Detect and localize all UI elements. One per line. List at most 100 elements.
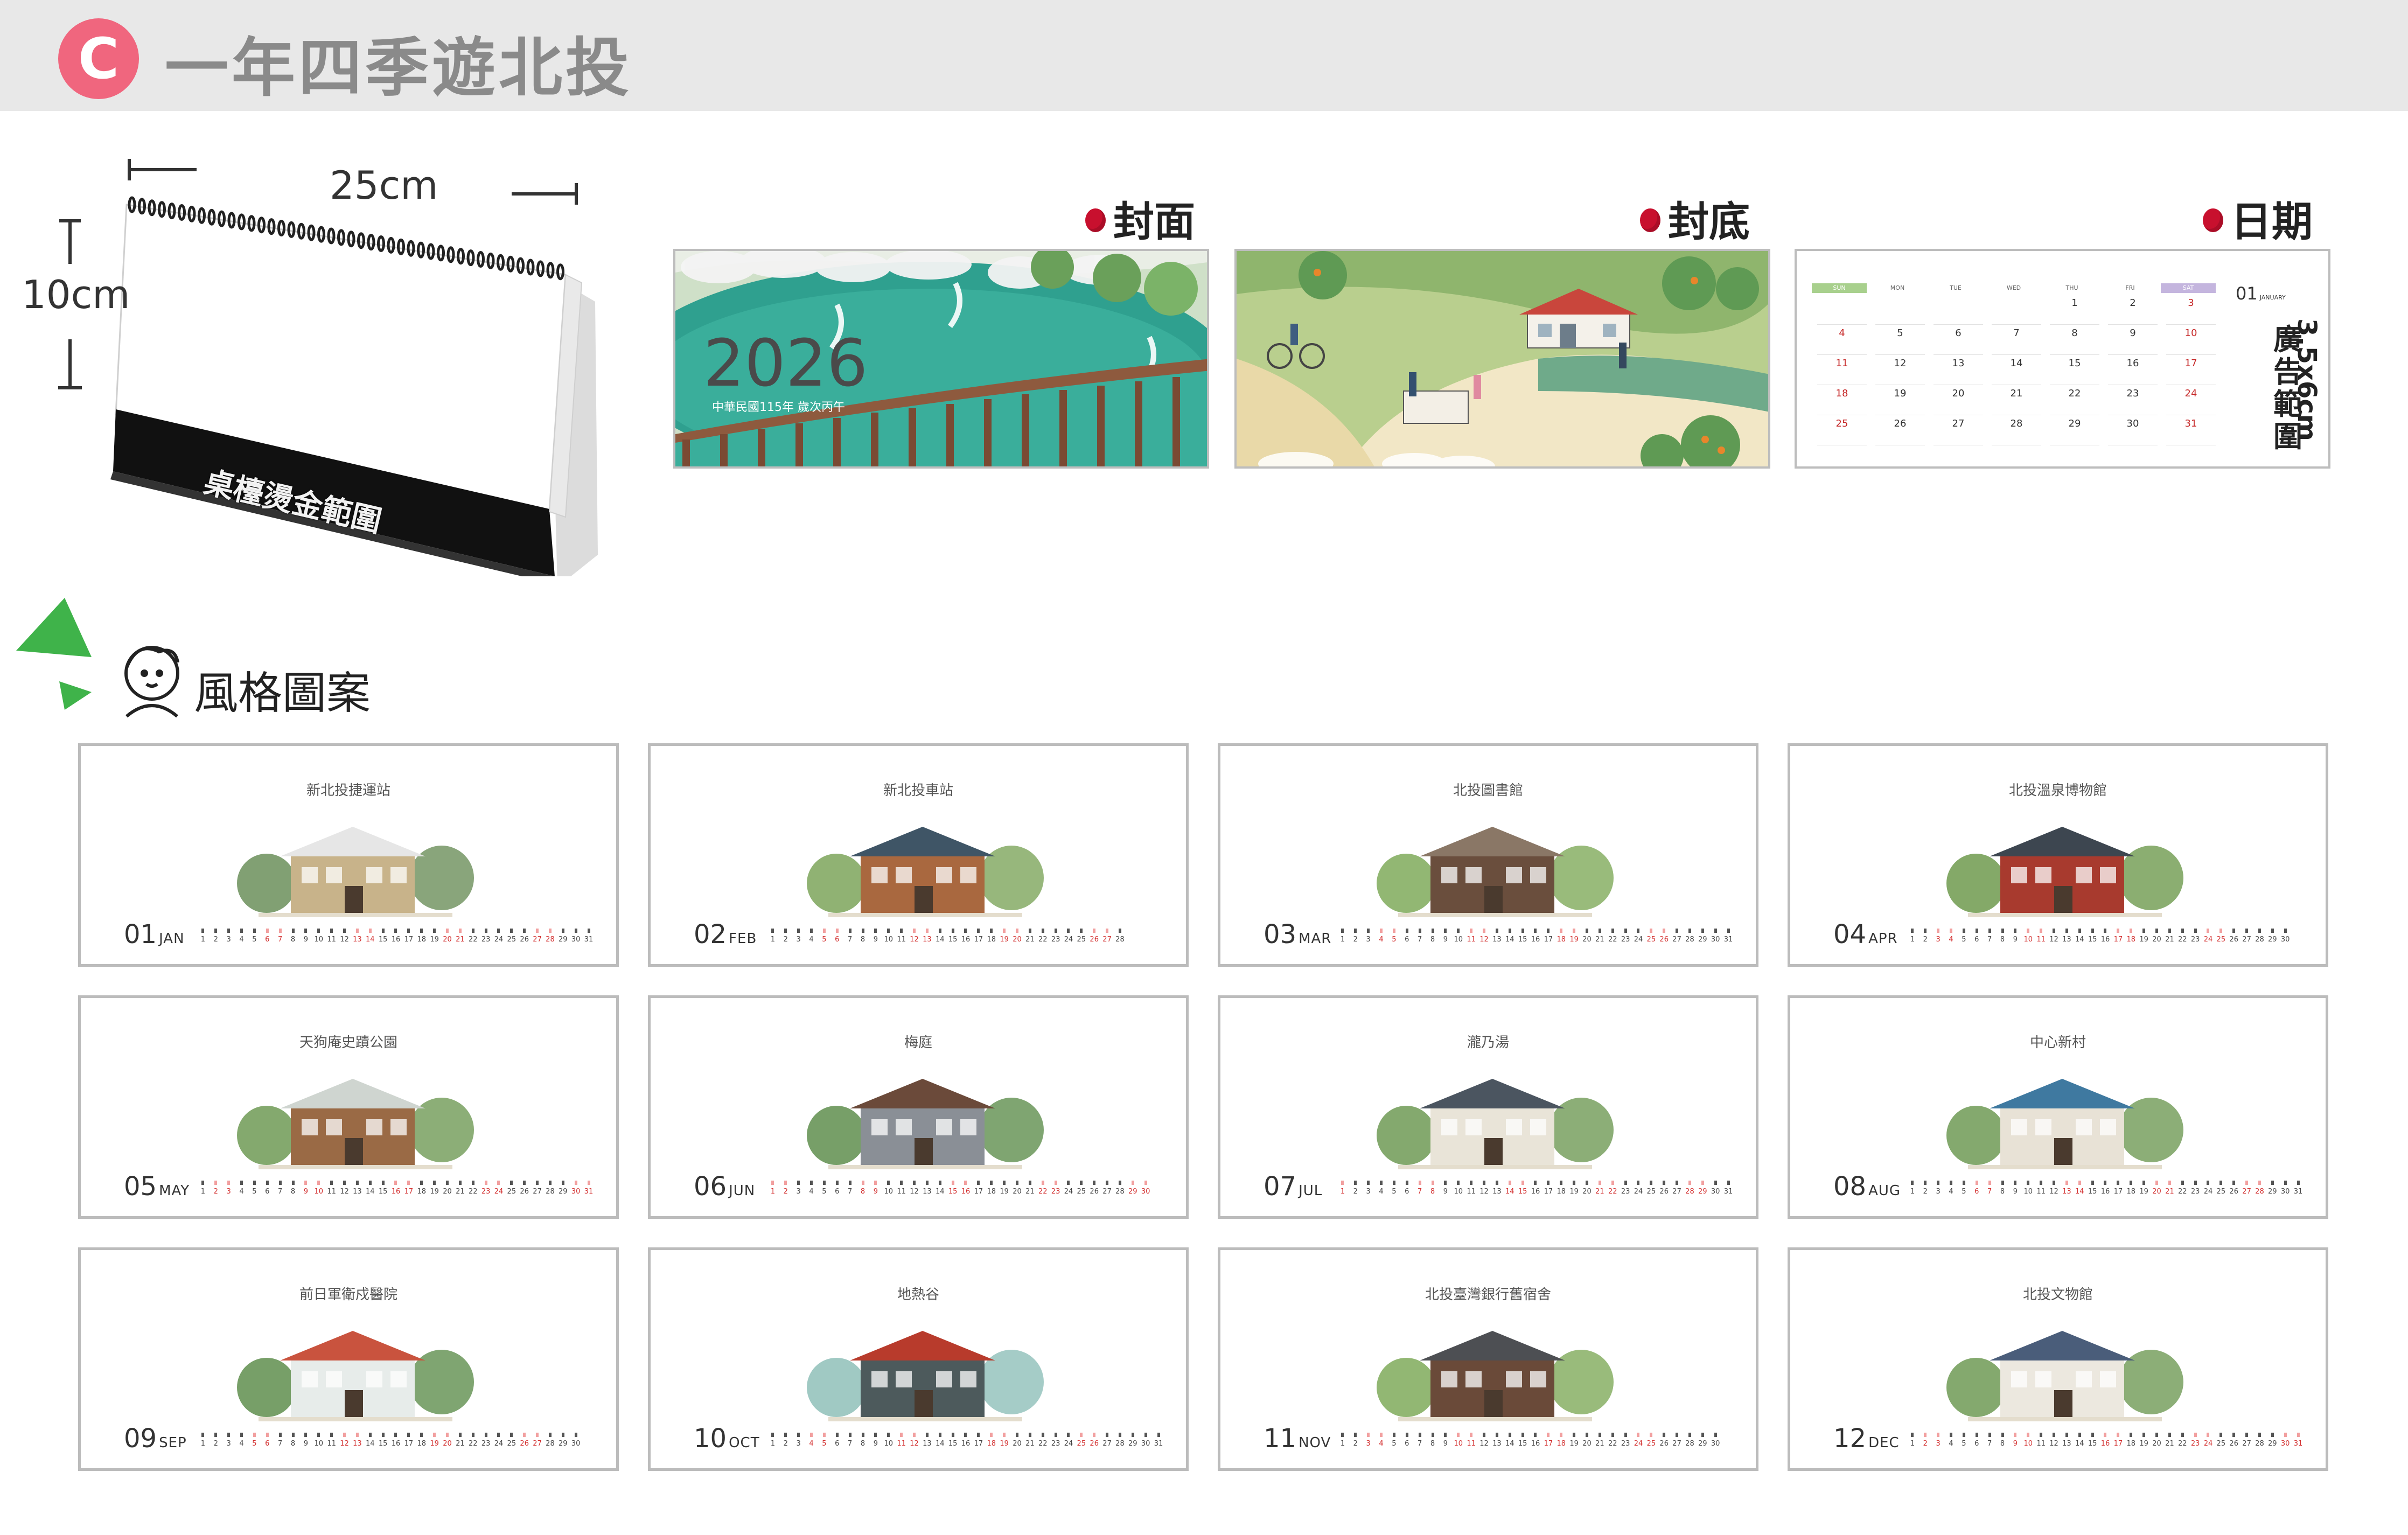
day-weekday-mark bbox=[1722, 925, 1735, 933]
day-number: 2 bbox=[1923, 1188, 1928, 1196]
day-weekday-mark bbox=[1400, 925, 1413, 933]
day-number: 23 bbox=[1621, 936, 1630, 944]
day-weekday-mark bbox=[869, 1177, 882, 1185]
day-number: 26 bbox=[1659, 1188, 1669, 1196]
day-number: 16 bbox=[961, 936, 971, 944]
day-weekday-mark bbox=[908, 925, 921, 933]
day-number: 26 bbox=[520, 1188, 529, 1196]
day-number: 6 bbox=[265, 1440, 270, 1448]
day-weekday-mark bbox=[1945, 925, 1958, 933]
date-cell: 6 bbox=[1934, 327, 1983, 355]
date-cell: 30 bbox=[2108, 418, 2158, 445]
date-cell: 10 bbox=[2166, 327, 2216, 355]
day-number: 4 bbox=[809, 1440, 814, 1448]
day-weekday-mark bbox=[1036, 1177, 1049, 1185]
day-weekday-mark bbox=[1349, 1177, 1362, 1185]
day-number: 27 bbox=[533, 936, 542, 944]
day-weekday-mark bbox=[959, 1429, 972, 1437]
date-cell: 31 bbox=[2166, 418, 2216, 445]
day-number: 13 bbox=[1492, 936, 1502, 944]
day-number: 22 bbox=[1608, 1188, 1617, 1196]
landmark-name: 中心新村 bbox=[2029, 1035, 2086, 1051]
day-number: 15 bbox=[1518, 1440, 1527, 1448]
day-number: 2 bbox=[1353, 1188, 1358, 1196]
day-weekday-mark bbox=[1619, 1429, 1632, 1437]
landmark-illustration bbox=[1946, 827, 2183, 917]
day-weekday-mark bbox=[556, 1429, 569, 1437]
day-number: 4 bbox=[239, 936, 244, 944]
day-number: 6 bbox=[835, 936, 840, 944]
day-weekday-mark bbox=[389, 1429, 402, 1437]
date-cell bbox=[1934, 297, 1983, 325]
day-number: 16 bbox=[1531, 1188, 1540, 1196]
day-weekday-mark bbox=[1088, 1429, 1101, 1437]
day-number: 1 bbox=[1910, 1440, 1915, 1448]
day-number: 5 bbox=[822, 936, 827, 944]
day-number: 13 bbox=[2062, 1440, 2071, 1448]
day-number: 8 bbox=[290, 1440, 296, 1448]
day-weekday-mark bbox=[312, 925, 325, 933]
date-cell: 17 bbox=[2166, 358, 2216, 385]
day-weekday-mark bbox=[959, 1177, 972, 1185]
day-number: 14 bbox=[365, 936, 375, 944]
day-weekday-mark bbox=[1465, 1429, 1478, 1437]
month-label: 12 DEC bbox=[1833, 1424, 1900, 1454]
day-weekday-mark bbox=[856, 1429, 869, 1437]
day-number: 3 bbox=[226, 1188, 231, 1196]
day-number: 12 bbox=[910, 936, 919, 944]
day-weekday-mark bbox=[843, 1177, 856, 1185]
day-weekday-mark bbox=[920, 925, 933, 933]
day-number: 12 bbox=[2049, 1440, 2058, 1448]
day-number: 24 bbox=[1064, 936, 1073, 944]
day-number: 18 bbox=[1557, 1440, 1566, 1448]
cover-subtitle: 中華民國115年 歲次丙午 bbox=[712, 401, 845, 414]
day-weekday-mark bbox=[1970, 1177, 1983, 1185]
day-weekday-mark bbox=[818, 1429, 830, 1437]
day-weekday-mark bbox=[2009, 1429, 2022, 1437]
day-weekday-mark bbox=[1362, 1177, 1375, 1185]
red-dot-icon bbox=[2203, 208, 2223, 232]
day-weekday-mark bbox=[1722, 1177, 1735, 1185]
day-number: 15 bbox=[948, 936, 958, 944]
day-number: 7 bbox=[1418, 1440, 1422, 1448]
weekday-header: FRI bbox=[2125, 284, 2135, 291]
landmark-illustration bbox=[1946, 1331, 2183, 1421]
day-number: 9 bbox=[1443, 936, 1448, 944]
day-weekday-mark bbox=[338, 925, 351, 933]
day-number: 9 bbox=[303, 936, 309, 944]
day-number: 26 bbox=[2229, 1188, 2238, 1196]
day-weekday-mark bbox=[531, 925, 544, 933]
day-number: 2 bbox=[213, 1440, 218, 1448]
day-number: 16 bbox=[2100, 1440, 2110, 1448]
date-cell: 9 bbox=[2108, 327, 2158, 355]
date-cell: 16 bbox=[2108, 358, 2158, 385]
month-day-strip: 1 2 3 4 5 6 7 8 9 10 11 12 13 14 15 16 17 18 19 20 21 22 23 24 2… bbox=[766, 1176, 1165, 1202]
day-weekday-mark bbox=[933, 925, 946, 933]
day-weekday-mark bbox=[1362, 925, 1375, 933]
day-number: 3 bbox=[1936, 1440, 1941, 1448]
day-weekday-mark bbox=[2202, 1429, 2215, 1437]
month-day-strip: 1 2 3 4 5 6 7 8 9 10 11 12 13 14 15 16 17 18 19 20 21 22 23 24 2… bbox=[197, 1428, 595, 1454]
day-number: 21 bbox=[2165, 1188, 2174, 1196]
day-number: 5 bbox=[822, 1440, 827, 1448]
day-weekday-mark bbox=[2228, 1429, 2241, 1437]
day-weekday-mark bbox=[1452, 1429, 1465, 1437]
day-number: 7 bbox=[1418, 936, 1422, 944]
day-number: 21 bbox=[456, 1440, 465, 1448]
day-number: 17 bbox=[974, 1188, 983, 1196]
day-number: 3 bbox=[1366, 936, 1371, 944]
day-weekday-mark bbox=[1957, 1177, 1970, 1185]
day-number: 24 bbox=[2203, 936, 2213, 944]
day-number: 29 bbox=[1698, 936, 1707, 944]
day-weekday-mark bbox=[1671, 1429, 1684, 1437]
day-number: 28 bbox=[1685, 1440, 1694, 1448]
day-number: 11 bbox=[897, 1440, 906, 1448]
day-number: 10 bbox=[1454, 936, 1463, 944]
day-number: 9 bbox=[1443, 1188, 1448, 1196]
day-number: 17 bbox=[1544, 1440, 1553, 1448]
date-page-label: 日期 bbox=[2203, 189, 2313, 248]
day-weekday-mark bbox=[1011, 1429, 1024, 1437]
day-number: 1 bbox=[1910, 936, 1915, 944]
day-number: 21 bbox=[1025, 1188, 1035, 1196]
day-number: 29 bbox=[1128, 1188, 1137, 1196]
